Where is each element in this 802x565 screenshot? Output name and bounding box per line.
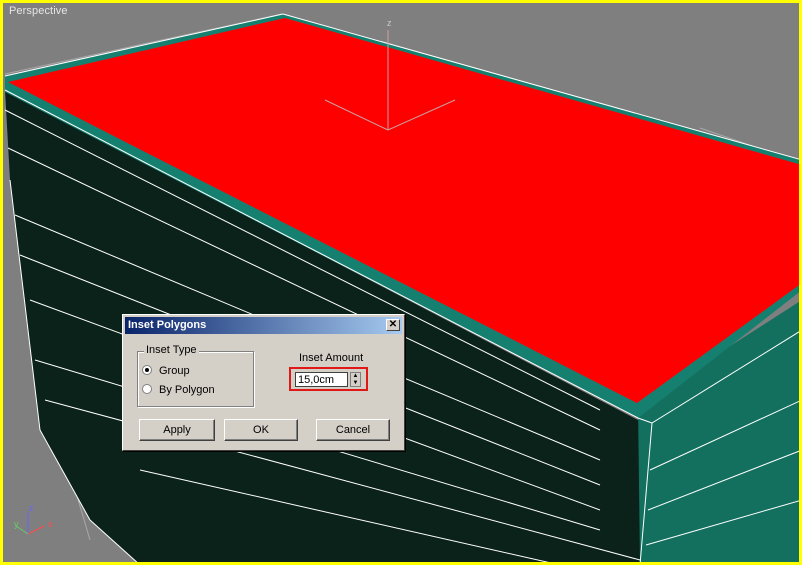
viewport-label[interactable]: Perspective [9,5,68,17]
inset-amount-spinner[interactable]: ▲ ▼ [350,372,361,387]
cancel-button[interactable]: Cancel [316,419,390,441]
spinner-up-icon[interactable]: ▲ [351,373,360,379]
close-icon[interactable]: ✕ [386,319,400,331]
tripod-z-label: z [29,503,34,513]
radio-by-polygon-button[interactable] [142,384,152,394]
perspective-viewport[interactable]: Perspective z z x y [0,0,802,565]
inset-amount-label: Inset Amount [299,352,364,364]
radio-group-button[interactable] [142,365,152,375]
gizmo-z-label: z [387,18,392,28]
dialog-title: Inset Polygons [128,319,207,331]
radio-by-polygon-label[interactable]: By Polygon [159,383,215,397]
apply-button[interactable]: Apply [139,419,215,441]
tripod-x-label: x [48,519,53,529]
inset-amount-input[interactable] [295,372,348,387]
inset-polygons-dialog: Inset Polygons ✕ Inset Type Group By Pol… [122,314,405,451]
axis-tripod-icon [15,512,45,535]
scene-canvas[interactable] [0,0,802,565]
dialog-titlebar[interactable]: Inset Polygons ✕ [125,317,402,334]
radio-group-label[interactable]: Group [159,364,190,378]
spinner-down-icon[interactable]: ▼ [351,380,360,386]
inset-type-groupbox: Inset Type [137,344,254,407]
tripod-y-label: y [14,519,19,529]
ok-button[interactable]: OK [224,419,298,441]
inset-type-title: Inset Type [144,344,199,356]
